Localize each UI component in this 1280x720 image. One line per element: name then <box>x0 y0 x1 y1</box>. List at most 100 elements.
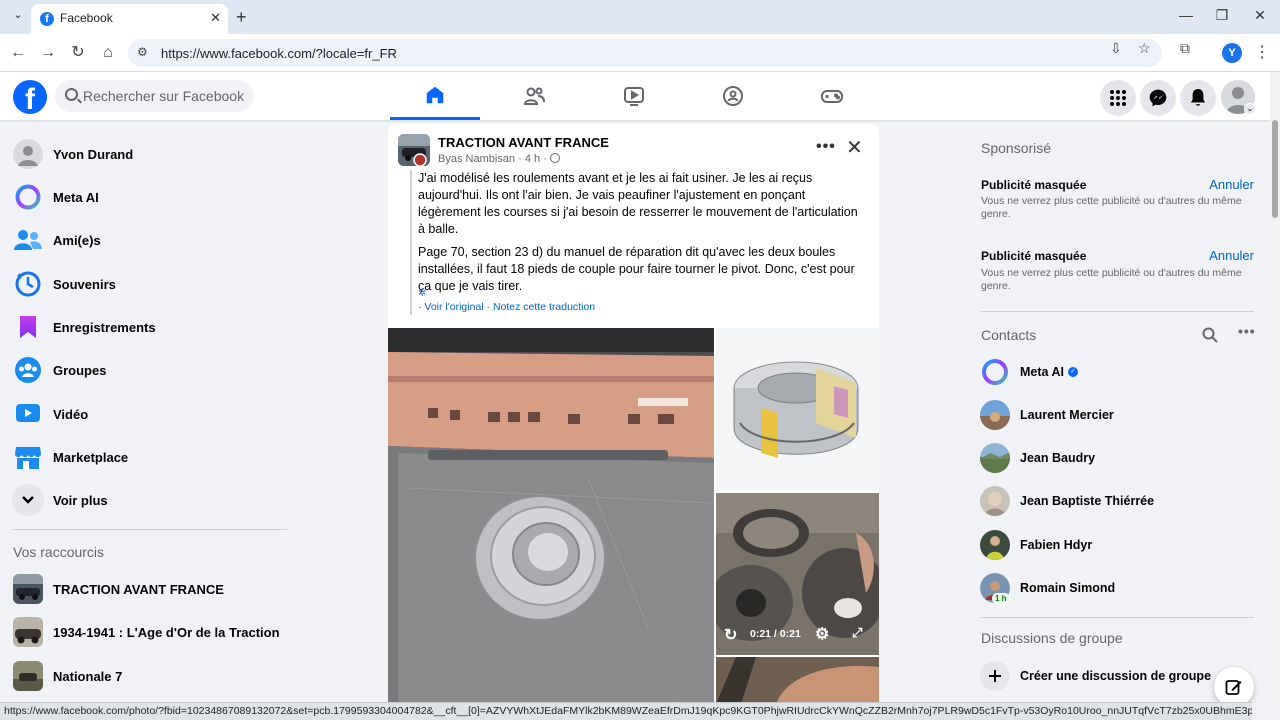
post-paragraph: Page 70, section 23 d) du manuel de répa… <box>418 245 855 293</box>
bell-icon <box>1190 89 1206 106</box>
post-close-icon[interactable]: ✕ <box>846 135 863 160</box>
tab-search-chevron-icon[interactable]: ⌄ <box>8 8 28 26</box>
ad-undo-link[interactable]: Annuler <box>1209 248 1254 263</box>
facebook-logo[interactable]: f <box>13 80 47 114</box>
friends-icon <box>523 87 545 105</box>
post-author[interactable]: Byas Nambisan <box>438 153 515 165</box>
contact-item[interactable]: Laurent Mercier <box>976 395 1256 435</box>
install-app-icon[interactable]: ⇩ <box>1110 40 1122 57</box>
nav-tab-friends[interactable] <box>489 72 579 120</box>
browser-menu-icon[interactable]: ⋮ <box>1254 42 1270 62</box>
sidebar-item-saved[interactable]: Enregistrements <box>8 306 288 348</box>
contact-item[interactable]: Fabien Hdyr <box>976 525 1256 565</box>
tab-close-icon[interactable]: ✕ <box>210 10 221 26</box>
shortcut-thumbnail <box>12 660 44 692</box>
menu-grid-icon <box>1110 90 1126 106</box>
post-photo-cad-screen[interactable]: · <box>388 328 714 704</box>
ad-hidden-text: Vous ne verrez plus cette publicité ou d… <box>981 267 1242 292</box>
new-message-button[interactable] <box>1214 667 1254 707</box>
fullscreen-icon[interactable]: ⤢ <box>852 625 862 641</box>
facebook-header: f ⌄ <box>0 72 1270 120</box>
contacts-options-icon[interactable]: ••• <box>1238 323 1256 339</box>
contact-name: Laurent Mercier <box>1020 408 1114 422</box>
forward-icon[interactable]: → <box>37 42 59 64</box>
post-text: J'ai modélisé les roulements avant et je… <box>418 170 868 301</box>
ad-hidden-title: Publicité masquée <box>981 249 1087 263</box>
sidebar-item-marketplace[interactable]: Marketplace <box>8 436 288 478</box>
notifications-button[interactable] <box>1180 80 1216 116</box>
post-photo-hand-part[interactable] <box>716 657 879 704</box>
watch-icon <box>624 87 644 106</box>
sidebar-item-groups[interactable]: Groupes <box>8 349 288 391</box>
sidebar-item-see-more[interactable]: Voir plus <box>8 479 288 521</box>
sidebar-item-label: Souvenirs <box>53 276 116 292</box>
contact-avatar <box>980 486 1010 516</box>
sidebar-item-profile[interactable]: Yvon Durand <box>8 133 288 175</box>
meta-ai-icon <box>980 357 1010 387</box>
browser-status-url: https://www.facebook.com/photo/?fbid=102… <box>0 702 1252 720</box>
nav-tab-watch[interactable] <box>589 72 679 120</box>
messenger-icon <box>1149 89 1167 107</box>
contact-item[interactable]: Jean Baptiste Thiérrée <box>976 481 1256 521</box>
bookmark-star-icon[interactable]: ☆ <box>1138 40 1151 57</box>
post-group-name[interactable]: TRACTION AVANT FRANCE <box>438 135 609 150</box>
sidebar-item-memories[interactable]: Souvenirs <box>8 263 288 305</box>
search-input[interactable] <box>83 80 251 112</box>
post-video-machined-parts[interactable]: ↻ 0:21 / 0:21 ⚙ ⤢ <box>716 493 879 655</box>
sidebar-item-meta-ai[interactable]: Meta AI <box>8 176 288 218</box>
account-chevron-icon[interactable]: ⌄ <box>1244 103 1256 115</box>
profile-avatar <box>12 138 44 170</box>
replay-icon[interactable]: ↻ <box>724 625 737 645</box>
sidebar-item-label: Meta AI <box>53 189 99 205</box>
sidebar-item-video[interactable]: Vidéo <box>8 393 288 435</box>
scrollbar-thumb[interactable] <box>1272 120 1278 218</box>
contact-item[interactable]: 1 h Romain Simond <box>976 568 1256 608</box>
post-options-icon[interactable]: ••• <box>816 138 836 156</box>
extensions-icon[interactable]: ⧉ <box>1180 40 1190 57</box>
facebook-search[interactable] <box>55 80 254 112</box>
new-tab-icon[interactable]: + <box>236 7 247 28</box>
home-icon <box>426 86 444 103</box>
nav-tab-gaming[interactable] <box>787 72 877 120</box>
nav-tab-home[interactable] <box>390 72 480 120</box>
see-original-link[interactable]: · Voir l'original <box>418 301 484 313</box>
home-browser-icon[interactable]: ⌂ <box>97 42 119 64</box>
sidebar-divider <box>981 617 1254 618</box>
sidebar-item-label: TRACTION AVANT FRANCE <box>53 581 224 597</box>
browser-tab-facebook[interactable]: f Facebook ✕ <box>31 4 228 34</box>
group-avatar[interactable] <box>398 134 430 166</box>
reload-icon[interactable]: ↻ <box>67 42 89 64</box>
maximize-icon[interactable]: ❐ <box>1212 7 1232 24</box>
menu-grid-button[interactable] <box>1100 80 1136 116</box>
contact-name: Meta AI <box>1020 365 1064 379</box>
shortcut-item[interactable]: 1934-1941 : L'Age d'Or de la Traction <box>8 611 288 653</box>
contact-item[interactable]: Jean Baudry <box>976 438 1256 478</box>
messenger-button[interactable] <box>1140 80 1176 116</box>
ad-hidden-title: Publicité masquée <box>981 178 1087 192</box>
contact-item[interactable]: Meta AI ✓ <box>976 352 1256 392</box>
url-omnibox[interactable]: ⚙ https://www.facebook.com/?locale=fr_FR <box>128 39 1162 67</box>
shortcut-item[interactable]: TRACTION AVANT FRANCE <box>8 568 288 610</box>
site-info-icon[interactable]: ⚙ <box>137 45 148 59</box>
meta-separator: · <box>543 153 550 165</box>
nav-tab-groups[interactable] <box>688 72 778 120</box>
shortcut-item[interactable]: Nationale 7 <box>8 655 288 697</box>
page-scrollbar[interactable] <box>1270 72 1280 702</box>
url-text[interactable]: https://www.facebook.com/?locale=fr_FR <box>161 46 397 61</box>
post-photo-bearing-render[interactable] <box>716 328 879 491</box>
ad-undo-link[interactable]: Annuler <box>1209 177 1254 192</box>
contact-name: Romain Simond <box>1020 581 1116 595</box>
post-time[interactable]: 4 h <box>525 153 540 165</box>
facebook-favicon-icon: f <box>40 12 54 26</box>
browser-profile-avatar[interactable]: Y <box>1222 43 1242 63</box>
browser-tab-bar: ⌄ f Facebook ✕ + — ❐ ✕ <box>0 0 1280 34</box>
video-settings-icon[interactable]: ⚙ <box>815 624 829 644</box>
rate-translation-link[interactable]: · Notez cette traduction <box>487 301 596 313</box>
minimize-icon[interactable]: — <box>1176 7 1196 23</box>
meta-separator: · <box>518 153 525 165</box>
window-close-icon[interactable]: ✕ <box>1250 7 1270 24</box>
contacts-search-icon[interactable] <box>1202 327 1218 346</box>
sidebar-item-friends[interactable]: Ami(e)s <box>8 219 288 261</box>
back-icon[interactable]: ← <box>7 42 29 64</box>
contacts-heading: Contacts <box>981 327 1037 343</box>
